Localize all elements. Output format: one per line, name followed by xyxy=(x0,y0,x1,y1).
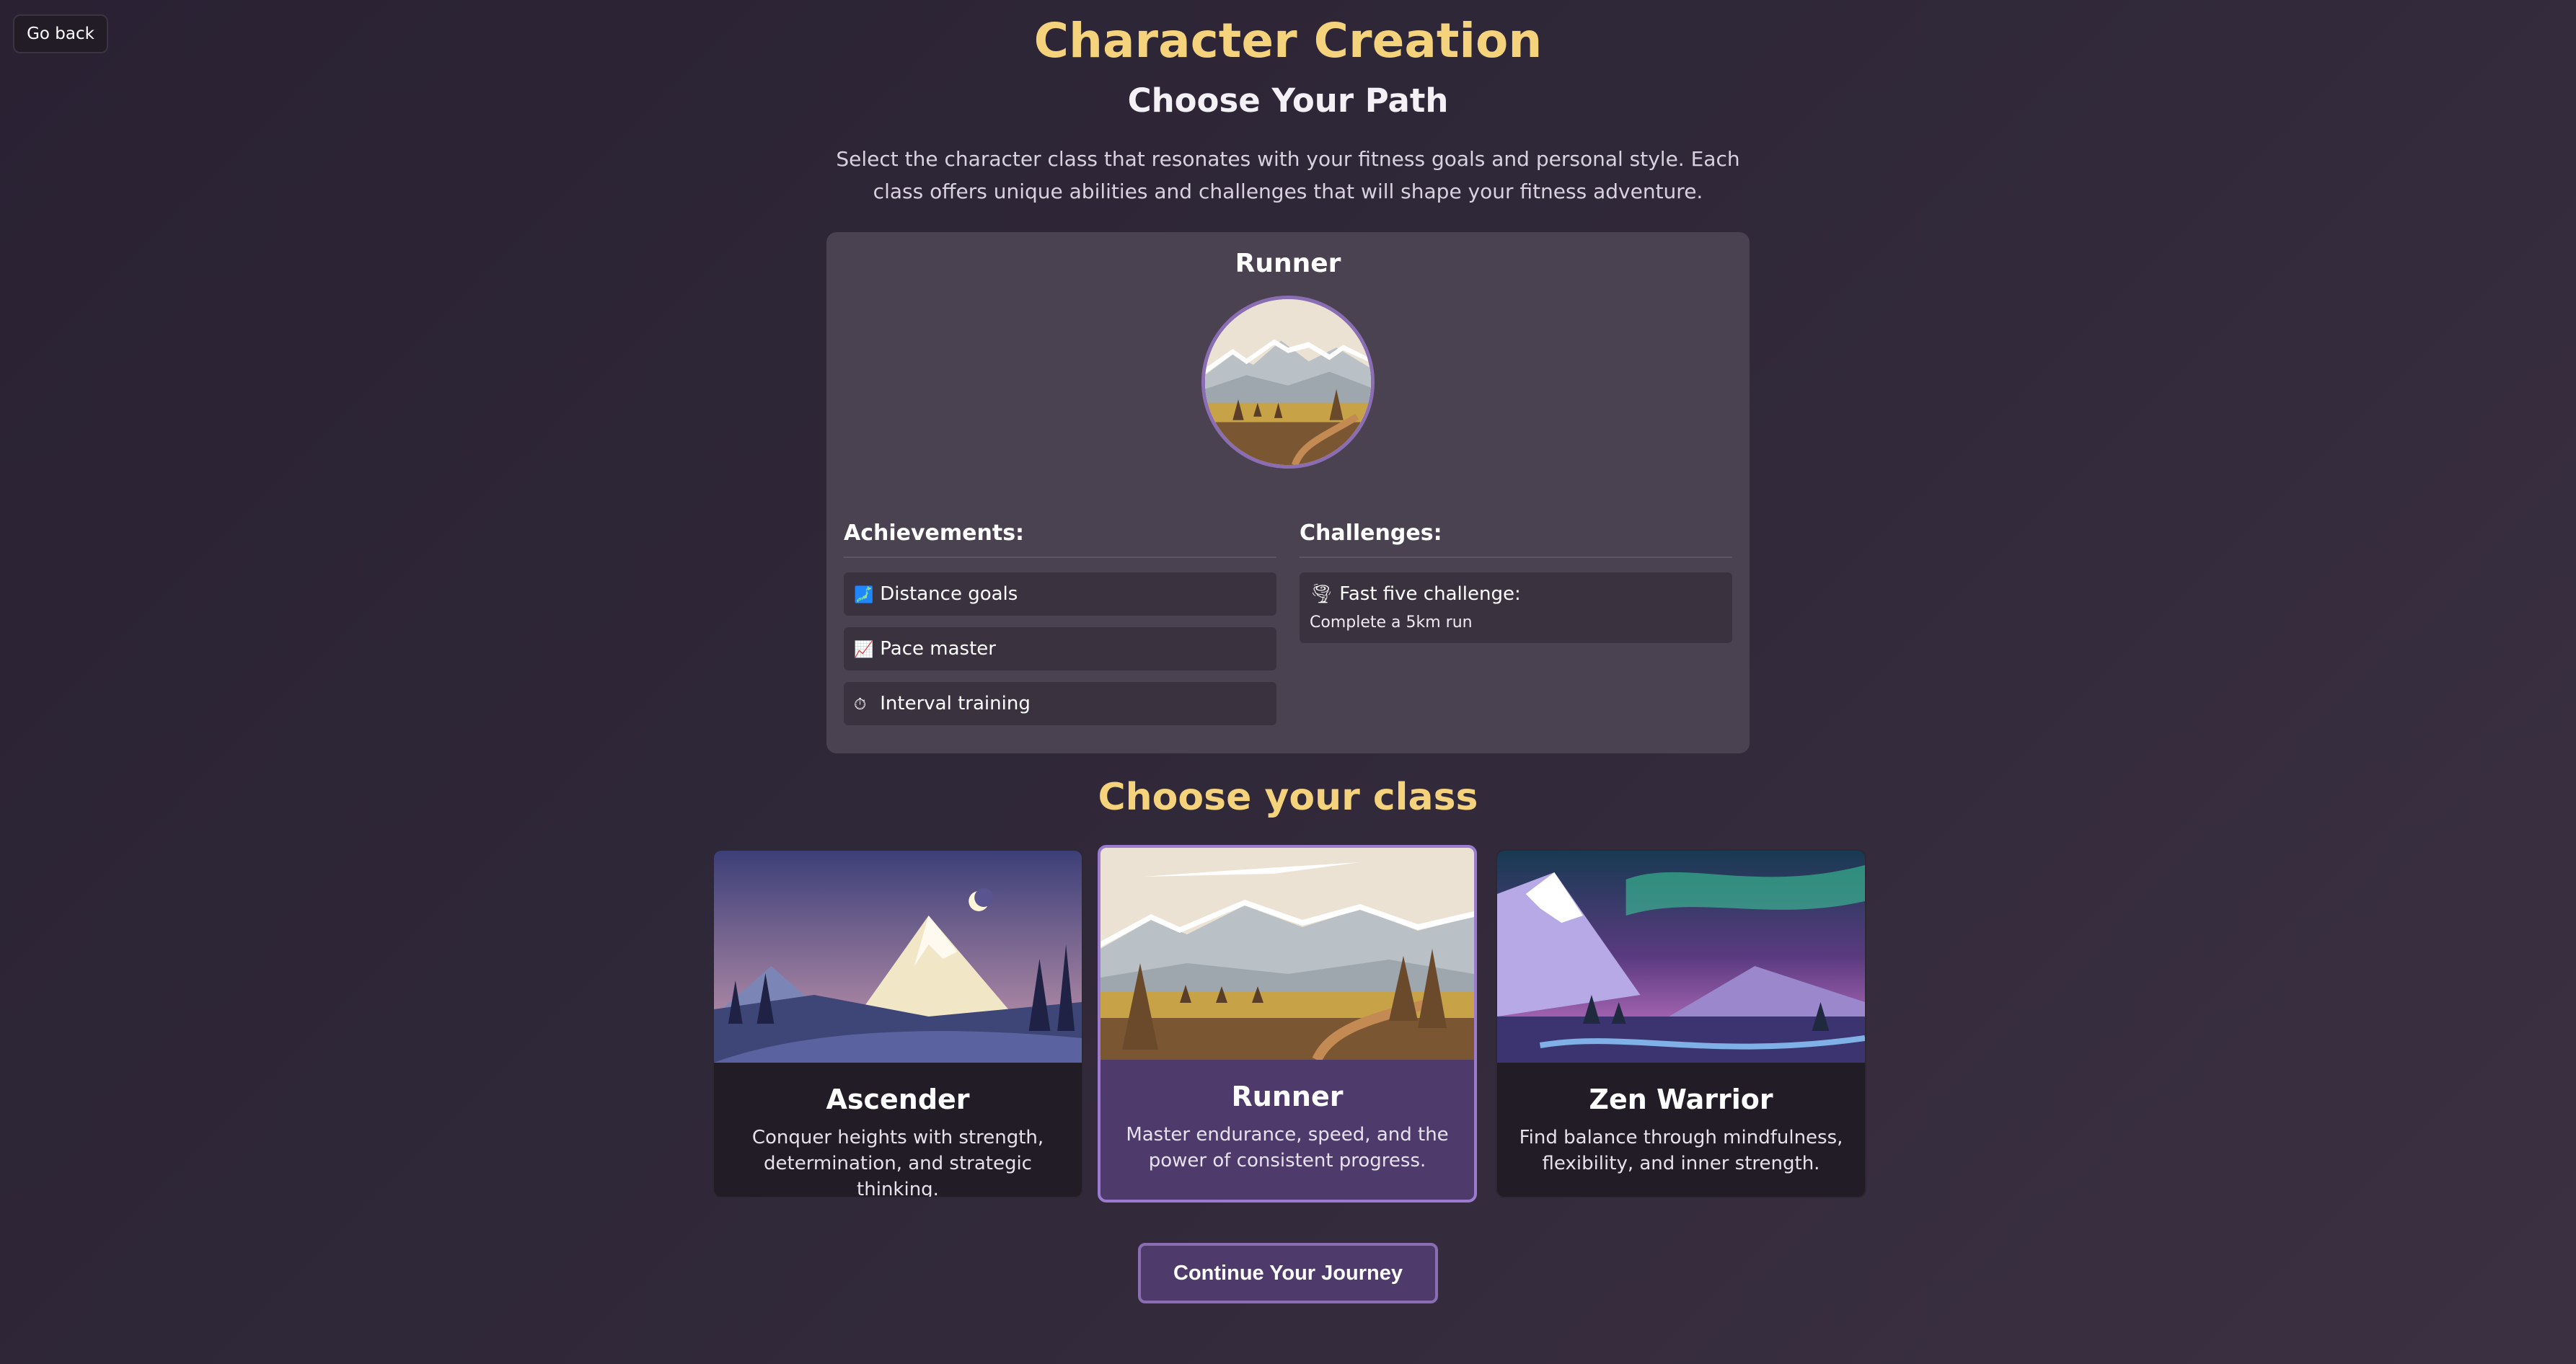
runner-landscape-icon xyxy=(1205,299,1371,465)
stopwatch-icon: ⏱ xyxy=(854,696,867,714)
class-name: Runner xyxy=(1231,1081,1344,1112)
detail-class-name: Runner xyxy=(1235,249,1341,278)
class-name: Zen Warrior xyxy=(1589,1084,1773,1115)
achievements-heading: Achievements: xyxy=(844,513,1276,558)
achievement-label: Pace master xyxy=(880,638,996,660)
achievement-item: 🗾 Distance goals xyxy=(844,572,1276,616)
challenge-description: Complete a 5km run xyxy=(1310,614,1473,632)
runner-landscape-icon xyxy=(1100,848,1474,1060)
page-title: Character Creation xyxy=(1033,13,1543,68)
challenge-item: 🌪 Fast five challenge: Complete a 5km ru… xyxy=(1300,572,1732,643)
aurora-mountain-icon xyxy=(1497,851,1865,1063)
page-subtitle: Choose Your Path xyxy=(1127,81,1449,120)
achievement-item: ⏱ Interval training xyxy=(844,682,1276,725)
class-description: Find balance through mindfulness, flexib… xyxy=(1519,1127,1843,1174)
class-card-ascender[interactable]: Ascender Conquer heights with strength, … xyxy=(713,849,1083,1198)
class-name: Ascender xyxy=(826,1084,970,1115)
challenge-title: Fast five challenge: xyxy=(1339,583,1521,605)
class-detail-panel: Runner Achievements: 🗾 Distance goals 📈 … xyxy=(826,232,1750,753)
class-description: Conquer heights with strength, determina… xyxy=(751,1127,1044,1198)
challenges-heading: Challenges: xyxy=(1300,513,1732,558)
achievements-column: Achievements: 🗾 Distance goals 📈 Pace ma… xyxy=(844,513,1276,737)
page-intro: Select the character class that resonate… xyxy=(836,147,1740,203)
achievement-item: 📈 Pace master xyxy=(844,627,1276,670)
map-icon: 🗾 xyxy=(854,586,874,604)
achievement-label: Interval training xyxy=(880,693,1031,714)
continue-journey-button[interactable]: Continue Your Journey xyxy=(1138,1243,1438,1303)
class-card-runner[interactable]: Runner Master endurance, speed, and the … xyxy=(1098,845,1477,1203)
class-avatar xyxy=(1201,296,1375,469)
class-description: Master endurance, speed, and the power o… xyxy=(1126,1124,1449,1172)
achievement-label: Distance goals xyxy=(880,583,1018,605)
chart-increasing-icon: 📈 xyxy=(854,641,874,659)
tornado-icon: 🌪 xyxy=(1310,583,1334,605)
mountain-night-icon xyxy=(714,851,1082,1063)
challenges-column: Challenges: 🌪 Fast five challenge: Compl… xyxy=(1300,513,1732,643)
choose-class-heading: Choose your class xyxy=(1098,776,1478,819)
class-card-zen-warrior[interactable]: Zen Warrior Find balance through mindful… xyxy=(1496,849,1866,1198)
